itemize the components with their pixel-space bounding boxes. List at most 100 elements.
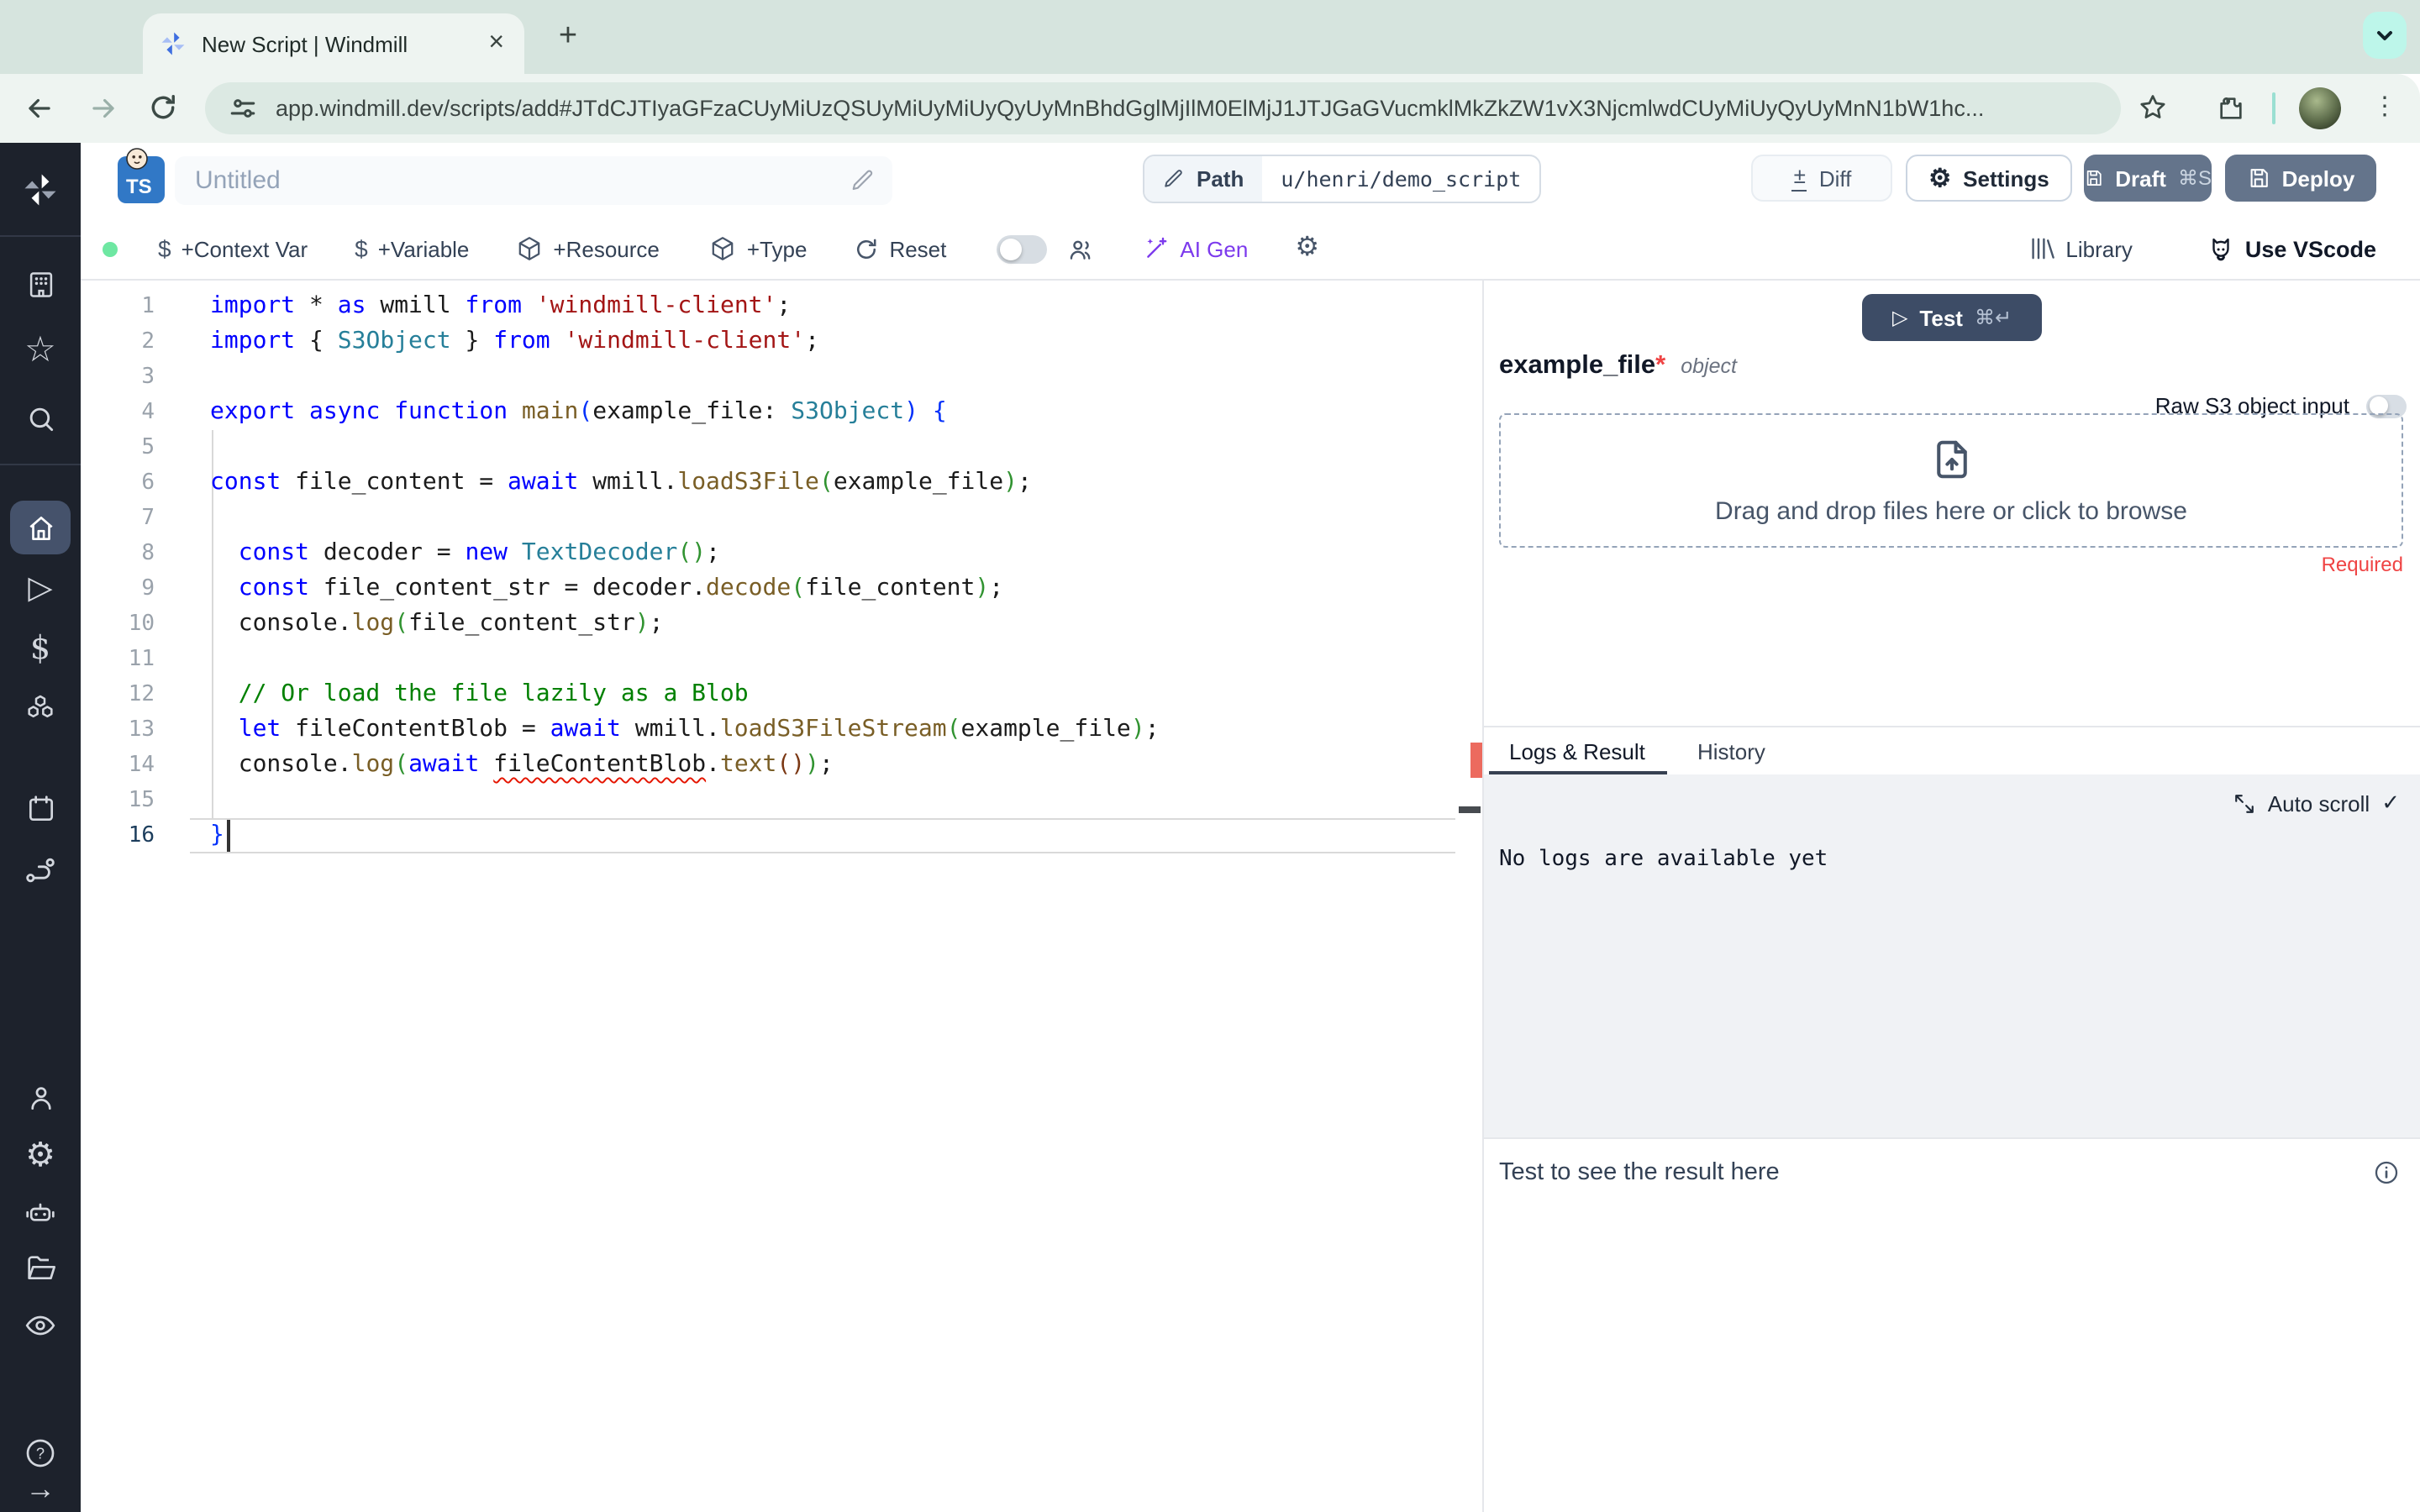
code-line[interactable]: import { S3Object } from 'windmill-clien… xyxy=(210,324,1160,360)
code-line[interactable] xyxy=(210,783,1160,818)
sidebar-item-resources[interactable] xyxy=(20,689,60,729)
sidebar-item-search[interactable] xyxy=(20,398,60,438)
code-line[interactable]: } xyxy=(210,818,1160,853)
sidebar-item-routes[interactable] xyxy=(20,850,60,890)
screen: New Script | Windmill × + app.windmill.d… xyxy=(0,0,2420,1512)
url-bar[interactable]: app.windmill.dev/scripts/add#JTdCJTIyaGF… xyxy=(205,82,2121,134)
ai-gen-button[interactable]: AI Gen xyxy=(1143,235,1248,262)
sidebar-item-audit-logs[interactable] xyxy=(20,1305,60,1346)
multiplayer-toggle[interactable] xyxy=(997,234,1048,263)
line-number: 14 xyxy=(128,753,155,778)
forward-icon[interactable] xyxy=(84,89,121,126)
code-line[interactable]: console.log(await fileContentBlob.text()… xyxy=(210,748,1160,783)
sidebar-divider xyxy=(0,235,81,237)
test-button[interactable]: ▷ Test ⌘↵ xyxy=(1862,294,2042,341)
sidebar-item-home[interactable] xyxy=(20,507,60,548)
line-number: 6 xyxy=(141,470,155,496)
emoji-badge-icon xyxy=(126,148,173,198)
preview-panel: ▷ Test ⌘↵ example_file* object Raw S3 ob… xyxy=(1484,281,2420,1512)
line-number: 7 xyxy=(141,506,155,531)
argument-row: example_file* object xyxy=(1499,351,1737,381)
extensions-icon[interactable] xyxy=(2212,89,2249,126)
reset-button[interactable]: Reset xyxy=(854,236,946,261)
code-line[interactable]: import * as wmill from 'windmill-client'… xyxy=(210,289,1160,324)
package-icon xyxy=(713,237,734,260)
windmill-logo-icon[interactable] xyxy=(20,170,60,210)
line-number: 13 xyxy=(128,717,155,743)
draft-button[interactable]: Draft ⌘S xyxy=(2084,155,2212,202)
overview-ruler-cursor-marker xyxy=(1459,806,1481,813)
profile-avatar[interactable] xyxy=(2299,87,2341,129)
path-widget[interactable]: Path u/henri/demo_script xyxy=(1143,155,1542,203)
site-settings-icon[interactable] xyxy=(229,94,257,123)
line-number: 1 xyxy=(141,294,155,319)
path-value[interactable]: u/henri/demo_script xyxy=(1262,156,1539,202)
code-line[interactable]: export async function main(example_file:… xyxy=(210,395,1160,430)
add-variable-button[interactable]: $ +Variable xyxy=(355,235,469,262)
sidebar-item-settings[interactable]: ⚙ xyxy=(20,1136,60,1176)
no-logs-message: No logs are available yet xyxy=(1499,847,1828,872)
back-icon[interactable] xyxy=(20,89,57,126)
add-type-button[interactable]: +Type xyxy=(710,235,807,262)
code-editor[interactable]: 1 2 3 4 5 6 7 8 9 10 11 12 13 14 15 16 import * as wmil… xyxy=(81,281,1482,1512)
bookmark-star-icon[interactable] xyxy=(2134,89,2171,126)
edit-title-pencil-icon[interactable] xyxy=(850,168,876,193)
expand-sidebar-arrow-icon[interactable]: → xyxy=(20,1468,60,1509)
tab-close-icon[interactable]: × xyxy=(485,29,508,57)
code-line[interactable]: console.log(file_content_str); xyxy=(210,606,1160,642)
sidebar-item-runs[interactable]: ▷ xyxy=(20,568,60,608)
code-line[interactable]: let fileContentBlob = await wmill.loadS3… xyxy=(210,712,1160,748)
tab-logs-result[interactable]: Logs & Result xyxy=(1509,739,1645,764)
sidebar-item-users[interactable] xyxy=(20,1077,60,1117)
tab-search-chevron-button[interactable] xyxy=(2363,12,2407,59)
line-number: 11 xyxy=(128,647,155,672)
save-icon xyxy=(2086,170,2102,186)
script-title-value: Untitled xyxy=(195,166,281,195)
file-upload-icon xyxy=(1936,439,1966,478)
auto-scroll-control[interactable]: Auto scroll ✓ xyxy=(2234,790,2400,816)
library-button[interactable]: Library xyxy=(2028,235,2133,262)
path-button[interactable]: Path xyxy=(1144,156,1263,202)
sidebar-item-favorites[interactable]: ☆ xyxy=(20,329,60,370)
script-title-input[interactable]: Untitled xyxy=(175,156,892,205)
sidebar-item-folders[interactable] xyxy=(20,1248,60,1289)
typescript-badge: TS xyxy=(118,148,165,203)
sidebar-item-workers[interactable] xyxy=(20,1193,60,1233)
code-line[interactable] xyxy=(210,360,1160,395)
sidebar-item-schedules[interactable] xyxy=(20,788,60,828)
code-line[interactable]: const file_content_str = decoder.decode(… xyxy=(210,571,1160,606)
sidebar: ☆ ▷ $ ⚙ ? → xyxy=(0,143,81,1512)
code-area[interactable]: import * as wmill from 'windmill-client'… xyxy=(210,289,1160,853)
draft-shortcut: ⌘S xyxy=(2177,166,2212,190)
sidebar-item-variables[interactable]: $ xyxy=(20,628,60,669)
code-line[interactable]: const file_content = await wmill.loadS3F… xyxy=(210,465,1160,501)
script-toolbar: $ +Context Var $ +Variable +Resource +Ty… xyxy=(81,218,2420,281)
code-line[interactable] xyxy=(210,501,1160,536)
code-line[interactable]: // Or load the file lazily as a Blob xyxy=(210,677,1160,712)
settings-button[interactable]: ⚙ Settings xyxy=(1906,155,2072,202)
sidebar-item-workspace[interactable] xyxy=(20,264,60,304)
diff-button[interactable]: ± Diff xyxy=(1751,155,1892,202)
windmill-favicon-icon xyxy=(160,30,187,57)
cat-icon xyxy=(2212,237,2229,260)
add-resource-button[interactable]: +Resource xyxy=(516,235,660,262)
browser-menu-icon[interactable]: ⋮ xyxy=(2370,89,2400,126)
browser-tab[interactable]: New Script | Windmill × xyxy=(143,13,524,74)
file-dropzone[interactable]: Drag and drop files here or click to bro… xyxy=(1499,413,2403,548)
new-tab-button[interactable]: + xyxy=(548,17,588,57)
add-context-var-button[interactable]: $ +Context Var xyxy=(158,235,308,262)
code-line[interactable]: const decoder = new TextDecoder(); xyxy=(210,536,1160,571)
editor-settings-gear-icon[interactable]: ⚙ xyxy=(1295,234,1319,262)
line-number: 12 xyxy=(128,682,155,707)
code-line[interactable] xyxy=(210,430,1160,465)
info-icon[interactable] xyxy=(2373,1159,2400,1186)
package-icon xyxy=(519,237,540,260)
line-number: 9 xyxy=(141,576,155,601)
reload-icon[interactable] xyxy=(145,89,182,126)
deploy-button[interactable]: Deploy xyxy=(2225,155,2376,202)
use-vscode-button[interactable]: Use VScode xyxy=(2207,234,2376,263)
tab-history[interactable]: History xyxy=(1697,739,1765,764)
code-line[interactable] xyxy=(210,642,1160,677)
help-icon[interactable]: ? xyxy=(20,1433,60,1473)
line-number: 4 xyxy=(141,400,155,425)
